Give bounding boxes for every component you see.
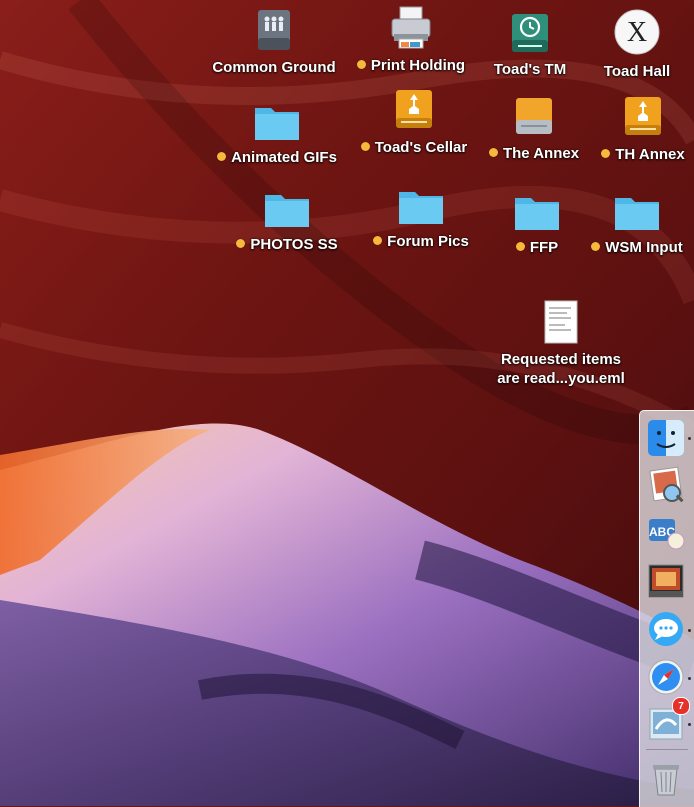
trash-icon (653, 765, 679, 796)
desktop-icon-common-ground[interactable]: Common Ground (199, 6, 349, 77)
font-book-icon: ABC (649, 519, 685, 550)
orange-tag-icon (360, 142, 370, 151)
orange-tag-icon (217, 152, 227, 161)
dock-item-preview[interactable] (644, 463, 688, 507)
svg-text:X: X (627, 17, 647, 48)
label-text: Animated GIFs (231, 149, 337, 166)
folder-icon (562, 186, 694, 232)
orange-tag-icon (515, 242, 525, 251)
safari-icon (648, 659, 684, 695)
orange-tag-icon (236, 239, 246, 248)
firewire-drive-icon (568, 93, 694, 139)
desktop-icon-eml-document[interactable]: Requested items are read...you.eml (486, 298, 636, 388)
label-text: PHOTOS SS (250, 236, 338, 253)
orange-tag-icon (373, 236, 383, 245)
desktop-icon-photos-ss[interactable]: PHOTOS SS (212, 183, 362, 254)
photo-booth-icon (648, 564, 684, 598)
desktop-icon-animated-gifs[interactable]: Animated GIFs (202, 96, 352, 167)
desktop-icon-label: Toad Hall (603, 63, 671, 80)
running-indicator (688, 723, 691, 726)
label-text: Toad's Cellar (374, 139, 468, 156)
desktop-icon-label: The Annex (488, 144, 579, 163)
desktop-icon-label: Common Ground (212, 59, 336, 76)
orange-tag-icon (601, 149, 611, 158)
label-text: WSM Input (605, 239, 683, 256)
desktop-icon-toad-hall[interactable]: X Toad Hall (562, 9, 694, 81)
desktop-icon-label: PHOTOS SS (236, 235, 338, 254)
preview-icon (649, 466, 684, 503)
running-indicator (688, 629, 691, 632)
orange-tag-icon (356, 60, 366, 69)
server-icon (199, 6, 349, 52)
dock-item-finder[interactable] (644, 416, 688, 460)
dock-item-safari[interactable] (644, 655, 688, 699)
desktop-icon-th-annex[interactable]: TH Annex (568, 93, 694, 164)
label-text: Print Holding (370, 57, 466, 74)
running-indicator (688, 437, 691, 440)
desktop-icon-wsm-input[interactable]: WSM Input (562, 186, 694, 257)
dock-separator (646, 749, 688, 750)
messages-icon (649, 612, 683, 646)
dock-item-trash[interactable] (644, 757, 688, 801)
desktop-icon-label: WSM Input (591, 238, 683, 257)
desktop-icon-label: Print Holding (356, 56, 466, 75)
desktop-icon-label: Toad's Cellar (360, 138, 468, 157)
label-text: TH Annex (615, 146, 685, 163)
desktop-icon-label: Forum Pics (373, 232, 469, 251)
desktop-icon-label: Requested items are read...you.eml (497, 351, 625, 387)
orange-tag-icon (488, 148, 498, 157)
macos-x-disk-icon: X (562, 9, 694, 56)
dock-item-messages[interactable] (644, 607, 688, 651)
desktop-icon-label: Toad's TM (493, 61, 567, 78)
label-text: FFP (529, 239, 559, 256)
desktop-icon-label: FFP (515, 238, 559, 257)
folder-icon (212, 183, 362, 229)
folder-icon (202, 96, 352, 142)
dock-item-mail[interactable]: 7 (644, 697, 690, 745)
dock-item-font-book[interactable]: ABC (644, 511, 688, 555)
running-indicator (688, 677, 691, 680)
label-text: Forum Pics (387, 233, 469, 250)
dock-item-photo-booth[interactable] (644, 559, 688, 603)
desktop-icon-label: TH Annex (601, 145, 685, 164)
finder-icon (648, 420, 684, 456)
email-document-icon (486, 298, 636, 344)
orange-tag-icon (591, 242, 601, 251)
dock: ABC 7 (639, 410, 694, 807)
desktop-icon-label: Animated GIFs (217, 148, 337, 167)
unread-badge: 7 (672, 697, 690, 715)
